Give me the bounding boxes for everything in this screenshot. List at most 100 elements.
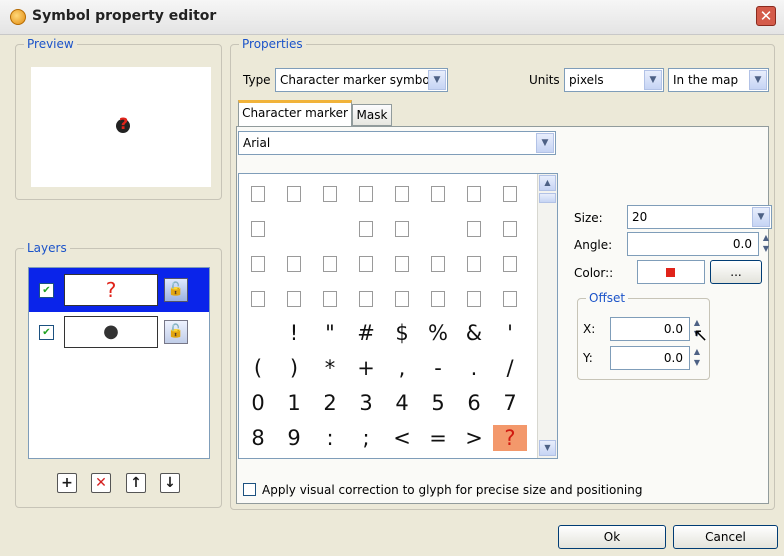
glyph-cell-empty[interactable] [313, 180, 347, 206]
layer-row-character[interactable]: ✔ ? 🔓 [29, 268, 209, 312]
glyph-cell-empty[interactable] [493, 180, 527, 206]
offset-x-field[interactable]: 0.0 [610, 317, 690, 341]
glyph-cell-empty[interactable] [241, 215, 275, 241]
glyph-cell[interactable]: 0 [241, 390, 275, 416]
glyph-grid[interactable]: ! " # $% & ' () * +, -./ 0 1 2 3 4 5 6 7 8 9:; < = >? ▲ ▼ [238, 173, 558, 459]
glyph-cell[interactable]: > [457, 425, 491, 451]
glyph-cell-empty[interactable] [349, 180, 383, 206]
glyph-cell-empty[interactable] [493, 250, 527, 276]
layer-lock-icon[interactable]: 🔓 [164, 320, 188, 344]
glyph-cell[interactable]: 8 [241, 425, 275, 451]
glyph-cell[interactable]: . [457, 355, 491, 381]
glyph-cell[interactable]: * [313, 355, 347, 381]
glyph-cell-empty[interactable] [385, 250, 419, 276]
glyph-cell[interactable]: ' [493, 320, 527, 346]
glyph-cell[interactable]: 5 [421, 390, 455, 416]
move-layer-down-button[interactable]: ↓ [160, 473, 180, 493]
type-select[interactable]: Character marker symbol ▼ [275, 68, 448, 92]
glyph-cell[interactable]: ( [241, 355, 275, 381]
glyph-cell-empty[interactable] [457, 250, 491, 276]
scroll-thumb[interactable] [539, 193, 556, 203]
preview-label: Preview [24, 37, 77, 51]
glyph-cell[interactable]: - [421, 355, 455, 381]
glyph-cell-empty[interactable] [313, 250, 347, 276]
glyph-cell[interactable]: % [421, 320, 455, 346]
layer-checkbox[interactable]: ✔ [39, 283, 54, 298]
glyph-cell-empty[interactable] [421, 250, 455, 276]
glyph-cell[interactable]: 9 [277, 425, 311, 451]
layer-preview-question: ? [64, 274, 158, 306]
symbol-property-editor-window: Symbol property editor ✕ Preview ? Layer… [0, 0, 784, 556]
move-layer-up-button[interactable]: ↑ [126, 473, 146, 493]
glyph-cell-selected[interactable]: ? [493, 425, 527, 451]
font-select[interactable]: Arial ▼ [238, 131, 556, 155]
tab-mask[interactable]: Mask [352, 104, 392, 126]
units-scope-value: In the map [673, 73, 739, 87]
glyph-cell[interactable]: ) [277, 355, 311, 381]
glyph-cell-empty[interactable] [313, 285, 347, 311]
angle-field[interactable]: 0.0 [627, 232, 759, 256]
layers-group: Layers ✔ ? 🔓 ✔ ● 🔓 + ✕ ↑ ↓ [15, 241, 222, 508]
glyph-cell-empty[interactable] [241, 250, 275, 276]
glyph-cell-empty[interactable] [385, 215, 419, 241]
glyph-cell-empty[interactable] [385, 285, 419, 311]
glyph-cell[interactable]: , [385, 355, 419, 381]
scroll-down-icon[interactable]: ▼ [539, 440, 556, 456]
glyph-cell[interactable]: ! [277, 320, 311, 346]
glyph-cell-empty[interactable] [241, 180, 275, 206]
glyph-cell[interactable]: 2 [313, 390, 347, 416]
glyph-scrollbar[interactable]: ▲ ▼ [537, 174, 557, 458]
glyph-cell-empty[interactable] [349, 285, 383, 311]
glyph-cell-empty[interactable] [349, 250, 383, 276]
glyph-cell[interactable]: " [313, 320, 347, 346]
close-button[interactable]: ✕ [756, 6, 776, 26]
tab-character-marker[interactable]: Character marker [238, 100, 352, 126]
glyph-cell[interactable]: & [457, 320, 491, 346]
glyph-cell-empty[interactable] [457, 285, 491, 311]
units-select[interactable]: pixels ▼ [564, 68, 664, 92]
glyph-cell-empty[interactable] [241, 285, 275, 311]
offset-y-field[interactable]: 0.0 [610, 346, 690, 370]
glyph-cell[interactable]: < [385, 425, 419, 451]
ok-button[interactable]: Ok [558, 525, 666, 549]
glyph-cell[interactable]: 7 [493, 390, 527, 416]
cancel-button[interactable]: Cancel [673, 525, 778, 549]
title-bar[interactable]: Symbol property editor ✕ [0, 0, 784, 35]
glyph-cell[interactable]: 1 [277, 390, 311, 416]
glyph-cell-empty[interactable] [349, 215, 383, 241]
scroll-up-icon[interactable]: ▲ [539, 175, 556, 191]
glyph-cell-empty[interactable] [493, 285, 527, 311]
color-swatch[interactable] [637, 260, 705, 284]
offset-y-spinner[interactable]: ▲ ▼ [691, 346, 703, 370]
add-layer-button[interactable]: + [57, 473, 77, 493]
size-select[interactable]: 20 ▼ [627, 205, 772, 229]
glyph-cell[interactable]: # [349, 320, 383, 346]
glyph-cell[interactable]: : [313, 425, 347, 451]
units-scope-select[interactable]: In the map ▼ [668, 68, 769, 92]
glyph-cell-empty[interactable] [457, 215, 491, 241]
glyph-cell-empty[interactable] [277, 285, 311, 311]
glyph-cell[interactable]: 6 [457, 390, 491, 416]
glyph-cell-empty[interactable] [421, 180, 455, 206]
glyph-cell-empty[interactable] [421, 285, 455, 311]
glyph-cell[interactable]: $ [385, 320, 419, 346]
color-picker-button[interactable]: ... [710, 260, 762, 284]
layers-list[interactable]: ✔ ? 🔓 ✔ ● 🔓 [28, 267, 210, 459]
glyph-cell-empty[interactable] [277, 180, 311, 206]
layer-row-dot[interactable]: ✔ ● 🔓 [29, 312, 209, 352]
layer-checkbox[interactable]: ✔ [39, 325, 54, 340]
glyph-cell[interactable]: + [349, 355, 383, 381]
glyph-cell[interactable]: 4 [385, 390, 419, 416]
angle-spinner[interactable]: ▲ ▼ [760, 232, 772, 256]
glyph-cell-empty[interactable] [385, 180, 419, 206]
visual-correction-checkbox[interactable] [243, 483, 256, 496]
glyph-cell-empty[interactable] [277, 250, 311, 276]
glyph-cell[interactable]: 3 [349, 390, 383, 416]
layer-lock-icon[interactable]: 🔓 [164, 278, 188, 302]
glyph-cell-empty[interactable] [493, 215, 527, 241]
glyph-cell[interactable]: / [493, 355, 527, 381]
glyph-cell-empty[interactable] [457, 180, 491, 206]
glyph-cell[interactable]: = [421, 425, 455, 451]
glyph-cell[interactable]: ; [349, 425, 383, 451]
remove-layer-button[interactable]: ✕ [91, 473, 111, 493]
